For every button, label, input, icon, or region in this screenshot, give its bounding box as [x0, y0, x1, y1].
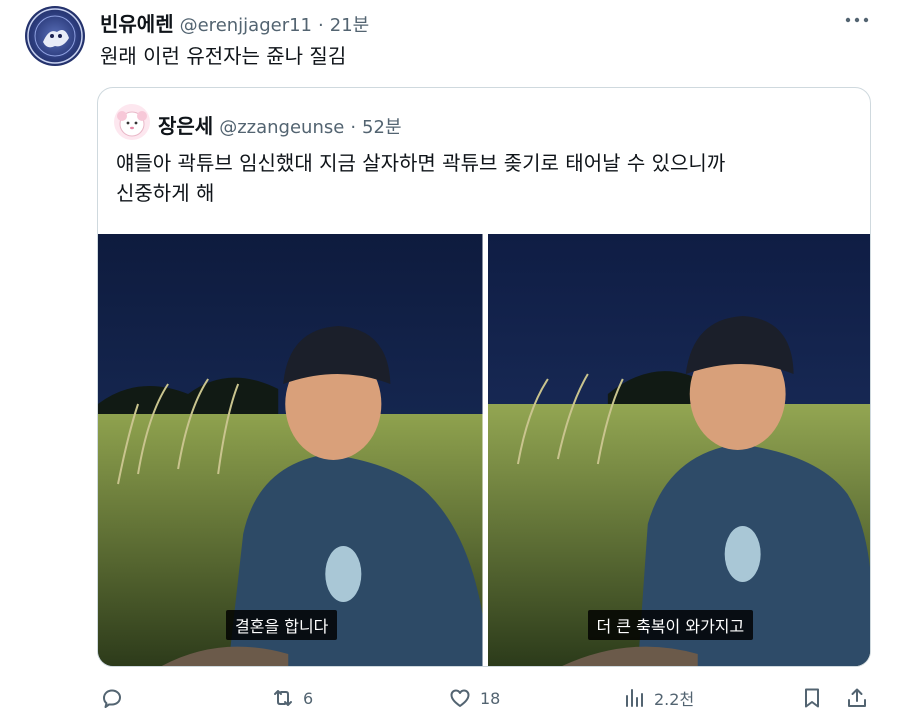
media-grid: 결혼을 합니다 더 큰 축복이 와가지고: [98, 234, 870, 666]
quote-text-line: 얘들아 곽튜브 임신했대 지금 살자하면 곽튜브 좆기로 태어날 수 있으니까: [116, 151, 726, 175]
quote-tweet-card[interactable]: 장은세 @zzangeunse · 52분 얘들아 곽튜브 임신했대 지금 살자…: [97, 87, 871, 667]
retweet-icon: [274, 690, 292, 706]
views-button[interactable]: 2.2천: [622, 686, 694, 710]
like-icon: [450, 689, 470, 707]
quote-author-name[interactable]: 장은세: [158, 110, 213, 139]
author-name[interactable]: 빈유에렌: [100, 8, 174, 37]
reply-button[interactable]: [100, 686, 132, 710]
views-icon: [626, 689, 643, 707]
tweet-time[interactable]: 21분: [330, 11, 369, 37]
like-button[interactable]: 18: [448, 686, 500, 710]
retweet-count: 6: [303, 688, 314, 708]
reply-icon: [103, 689, 121, 708]
retweet-button[interactable]: 6: [271, 686, 313, 710]
tweet-text: 원래 이런 유전자는 쥰나 질김: [100, 44, 347, 68]
video-subtitle: 더 큰 축복이 와가지고: [587, 610, 754, 640]
action-bar: 6 18 2.2천: [0, 680, 900, 720]
view-count: 2.2천: [654, 690, 695, 709]
share-button[interactable]: [845, 686, 869, 710]
quote-avatar[interactable]: [114, 104, 150, 140]
quote-text: 얘들아 곽튜브 임신했대 지금 살자하면 곽튜브 좆기로 태어날 수 있으니까 …: [116, 148, 856, 208]
quote-time[interactable]: 52분: [362, 113, 401, 139]
quote-author-handle[interactable]: @zzangeunse: [219, 117, 344, 138]
separator-dot: ·: [350, 117, 357, 138]
separator-dot: ·: [318, 15, 324, 36]
avatar[interactable]: [25, 6, 85, 66]
share-icon: [848, 688, 866, 707]
bookmark-button[interactable]: [800, 686, 824, 710]
more-button[interactable]: [842, 8, 872, 32]
author-handle[interactable]: @erenjjager11: [180, 15, 312, 36]
photo-image: [487, 234, 870, 666]
video-subtitle: 결혼을 합니다: [226, 610, 338, 640]
photo-image: [98, 234, 483, 666]
quote-text-line: 신중하게 해: [116, 181, 215, 205]
quote-header: 장은세 @zzangeunse · 52분: [158, 110, 402, 139]
tweet-header: 빈유에렌 @erenjjager11 · 21분: [100, 8, 369, 37]
like-count: 18: [480, 688, 501, 708]
photo-left[interactable]: 결혼을 합니다: [98, 234, 483, 666]
photo-right[interactable]: 더 큰 축복이 와가지고: [487, 234, 870, 666]
bookmark-icon: [805, 688, 819, 708]
more-icon: [845, 17, 869, 23]
tweet: 빈유에렌 @erenjjager11 · 21분 원래 이런 유전자는 쥰나 질…: [0, 0, 900, 723]
